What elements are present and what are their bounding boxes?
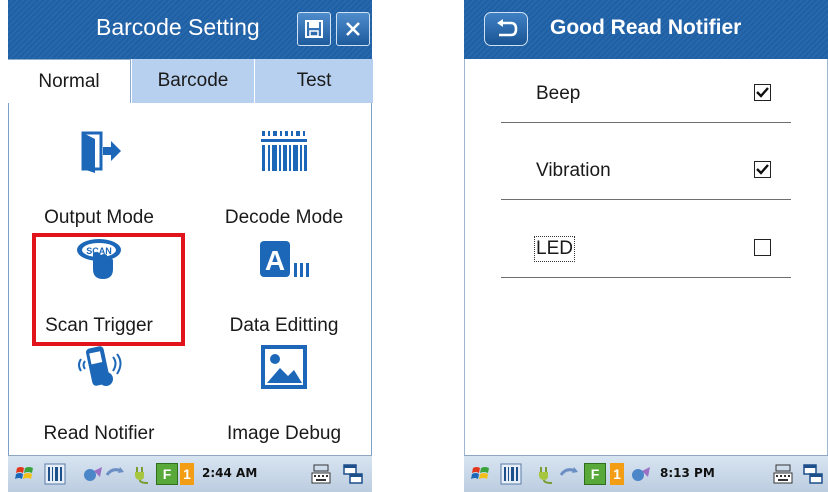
window-title: Barcode Setting	[96, 14, 260, 40]
back-arrow-icon	[497, 19, 518, 37]
number-badge[interactable]: 1	[180, 463, 194, 485]
data-editing-label: Data Editting	[229, 315, 339, 336]
power-plug-icon[interactable]	[132, 463, 154, 485]
connectivity-icon[interactable]	[82, 463, 104, 485]
connectivity-icon[interactable]	[630, 463, 652, 485]
beep-checkbox[interactable]	[754, 84, 771, 101]
barcode-tray-icon[interactable]	[44, 463, 66, 485]
svg-text:A: A	[265, 245, 285, 276]
window-title: Good Read Notifier	[550, 16, 742, 39]
barcode-tray-icon[interactable]	[500, 463, 522, 485]
clock[interactable]: 2:44 AM	[202, 466, 257, 480]
output-mode-label: Output Mode	[44, 207, 154, 228]
tab-normal[interactable]: Normal	[8, 59, 131, 105]
data-editing-item[interactable]: A Data Editting	[199, 231, 369, 336]
keyboard-icon[interactable]	[772, 463, 794, 485]
clock[interactable]: 8:13 PM	[660, 466, 715, 480]
image-debug-icon	[261, 345, 307, 389]
barcode-setting-screen: Barcode Setting Normal Barcode Test Outp…	[8, 0, 373, 492]
image-debug-item[interactable]: Image Debug	[199, 339, 369, 444]
good-read-notifier-screen: Good Read Notifier Beep Vibration LED F …	[464, 0, 828, 492]
tab-barcode[interactable]: Barcode	[131, 59, 254, 103]
vibration-option[interactable]: Vibration	[501, 136, 791, 216]
back-button[interactable]	[484, 12, 528, 46]
taskbar: F 1 2:44 AM	[8, 455, 372, 492]
close-button[interactable]	[336, 12, 370, 46]
barcode-icon	[261, 131, 307, 171]
windows-start-icon[interactable]	[14, 463, 36, 485]
led-option[interactable]: LED	[501, 214, 791, 294]
tab-test[interactable]: Test	[254, 59, 373, 103]
function-key-badge[interactable]: F	[584, 463, 606, 485]
beep-option[interactable]: Beep	[501, 59, 791, 139]
read-notifier-icon	[78, 346, 122, 386]
save-icon	[305, 20, 323, 38]
windows-start-icon[interactable]	[470, 463, 492, 485]
output-mode-item[interactable]: Output Mode	[14, 123, 184, 228]
close-icon	[346, 22, 360, 36]
keyboard-icon[interactable]	[310, 463, 332, 485]
title-bar: Good Read Notifier	[464, 0, 828, 59]
save-button[interactable]	[297, 12, 331, 46]
windows-switch-icon[interactable]	[342, 463, 364, 485]
divider	[501, 122, 791, 123]
checkmark-icon	[756, 87, 769, 98]
decode-mode-item[interactable]: Decode Mode	[199, 123, 369, 228]
divider	[501, 277, 791, 278]
beep-label: Beep	[536, 83, 581, 104]
title-bar: Barcode Setting	[8, 0, 372, 59]
decode-mode-label: Decode Mode	[224, 207, 344, 228]
notifier-options: Beep Vibration LED	[464, 59, 828, 455]
checkmark-icon	[756, 164, 769, 175]
read-notifier-label: Read Notifier	[43, 423, 155, 444]
tab-bar: Normal Barcode Test	[8, 59, 373, 105]
number-badge[interactable]: 1	[610, 463, 624, 485]
windows-switch-icon[interactable]	[802, 463, 824, 485]
led-label: LED	[534, 236, 575, 262]
taskbar: F 1 8:13 PM	[464, 455, 828, 492]
power-plug-icon[interactable]	[536, 463, 558, 485]
function-key-badge[interactable]: F	[156, 463, 178, 485]
image-debug-label: Image Debug	[226, 423, 342, 444]
output-mode-icon	[81, 131, 121, 173]
sync-icon[interactable]	[104, 463, 126, 485]
vibration-label: Vibration	[536, 160, 611, 181]
divider	[501, 199, 791, 200]
data-editing-icon: A	[260, 241, 309, 277]
led-checkbox[interactable]	[754, 239, 771, 256]
read-notifier-highlight-box	[32, 233, 185, 346]
vibration-checkbox[interactable]	[754, 161, 771, 178]
sync-icon[interactable]	[558, 463, 580, 485]
read-notifier-item[interactable]: Read Notifier	[14, 339, 184, 444]
